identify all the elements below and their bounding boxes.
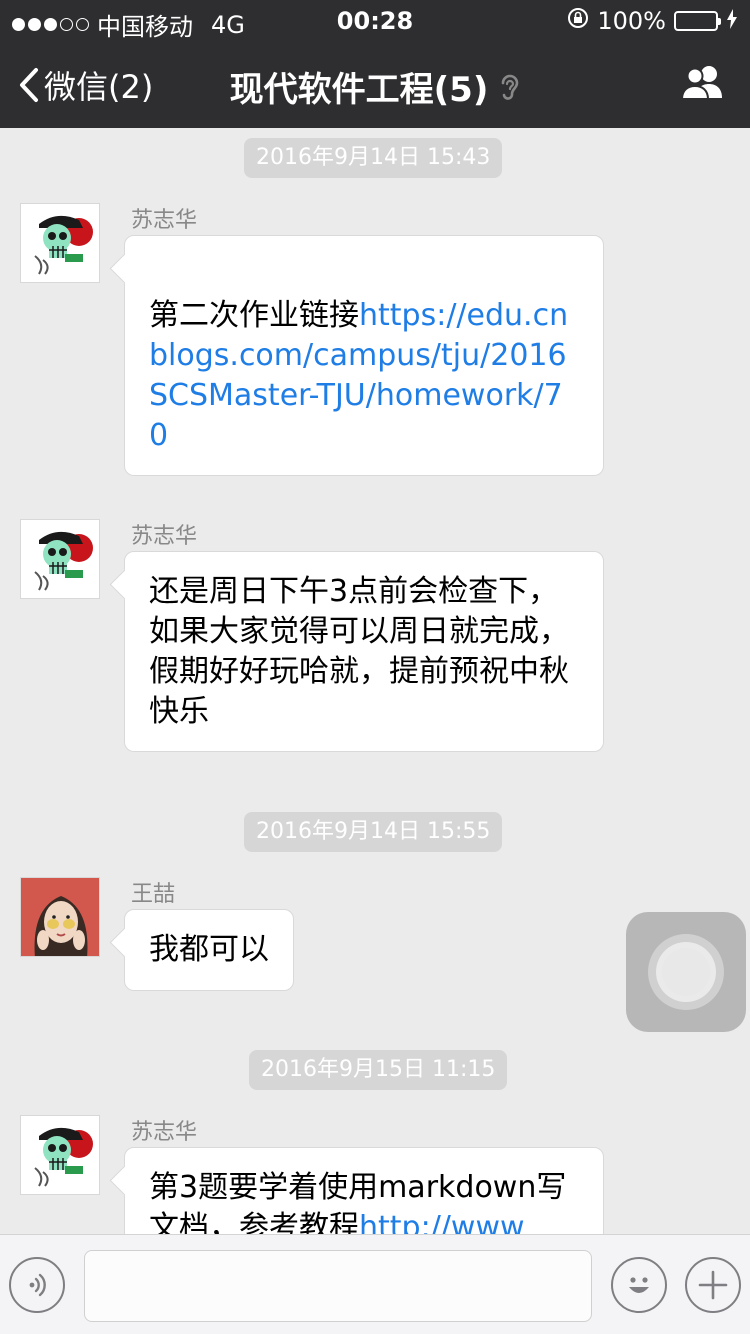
avatar[interactable] [20, 877, 100, 957]
people-icon [680, 66, 722, 100]
more-button[interactable] [685, 1257, 741, 1313]
message-text: 还是周日下午3点前会检查下，如果大家觉得可以周日就完成，假期好好玩哈就，提前预祝… [149, 574, 569, 729]
status-bar: 中国移动 4G 00:28 100% [0, 0, 750, 41]
chat-area[interactable]: 2016年9月14日 15:43 苏志华 第二次作业链接https://edu.… [0, 128, 750, 1234]
timestamp: 2016年9月14日 15:55 [244, 812, 503, 852]
message-text: 第二次作业链接 [149, 298, 359, 333]
avatar[interactable] [20, 1115, 100, 1195]
sender-name: 王喆 [131, 882, 176, 907]
ear-icon [502, 74, 519, 100]
skull-cartoon-avatar [34, 1127, 93, 1187]
avatar[interactable] [20, 203, 100, 283]
battery-icon [674, 11, 721, 31]
chat-title: 现代软件工程(5) [0, 62, 750, 111]
battery-percent: 100% [597, 7, 666, 35]
plus-icon [698, 1270, 728, 1300]
voice-button[interactable] [9, 1257, 65, 1313]
woman-face-avatar [21, 878, 99, 956]
assistive-touch-button[interactable] [626, 912, 746, 1032]
input-bar [0, 1234, 750, 1334]
group-members-button[interactable] [680, 64, 726, 104]
rotation-lock-icon [567, 7, 589, 35]
message-bubble[interactable]: 还是周日下午3点前会检查下，如果大家觉得可以周日就完成，假期好好玩哈就，提前预祝… [124, 551, 604, 752]
timestamp: 2016年9月15日 11:15 [249, 1050, 508, 1090]
group-name: 现代软件工程(5) [229, 70, 489, 110]
emoji-button[interactable] [611, 1257, 667, 1313]
skull-cartoon-avatar [34, 215, 93, 275]
nav-bar: 微信(2) 现代软件工程(5) [0, 40, 750, 128]
sender-name: 苏志华 [131, 208, 198, 233]
emoji-icon [629, 1277, 649, 1293]
message-bubble[interactable]: 我都可以 [124, 909, 294, 991]
voice-icon [29, 1273, 46, 1297]
charging-bolt-icon [726, 7, 738, 35]
message-bubble[interactable]: 第二次作业链接https://edu.cnblogs.com/campus/tj… [124, 235, 604, 476]
message-link[interactable]: http://www [359, 1210, 525, 1234]
message-bubble[interactable]: 第3题要学着使用markdown写文档，参考教程http://www [124, 1147, 604, 1234]
skull-cartoon-avatar [34, 531, 93, 591]
timestamp: 2016年9月14日 15:43 [244, 138, 503, 178]
sender-name: 苏志华 [131, 1120, 198, 1145]
sender-name: 苏志华 [131, 524, 198, 549]
message-input[interactable] [84, 1250, 592, 1322]
message-text: 我都可以 [149, 932, 269, 967]
avatar[interactable] [20, 519, 100, 599]
